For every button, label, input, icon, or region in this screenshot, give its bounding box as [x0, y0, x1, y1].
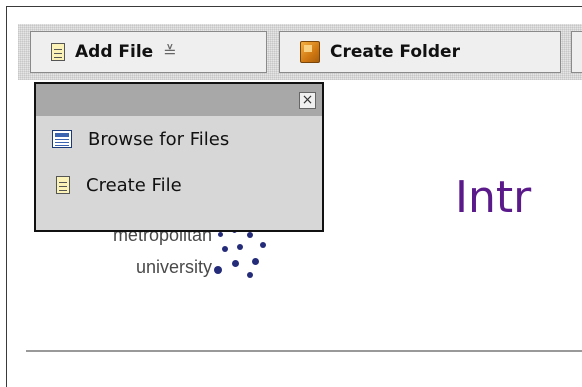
logo-dot	[218, 232, 223, 237]
logo-dot	[247, 232, 253, 238]
logo-dot	[232, 260, 239, 267]
logo-dot	[214, 266, 222, 274]
add-file-button[interactable]: Add File ≚	[30, 31, 267, 73]
next-toolbar-button[interactable]	[571, 31, 582, 73]
browse-for-files-label: Browse for Files	[88, 128, 230, 150]
create-folder-label: Create Folder	[330, 42, 460, 62]
dropdown-arrow-icon[interactable]: ≚	[163, 44, 176, 60]
file-icon	[56, 176, 70, 194]
browse-for-files-item[interactable]: Browse for Files	[36, 116, 322, 162]
folder-icon	[300, 41, 320, 63]
page-title: Intr	[455, 172, 532, 223]
browse-icon	[52, 130, 72, 148]
logo-dot	[222, 246, 228, 252]
logo-line-2: university	[135, 257, 212, 277]
create-file-label: Create File	[86, 174, 182, 196]
close-icon[interactable]: ×	[299, 92, 316, 109]
divider	[26, 350, 582, 352]
logo-dot	[247, 272, 253, 278]
logo-dot	[237, 244, 243, 250]
add-file-dropdown: × Browse for Files Create File	[34, 82, 324, 232]
dropdown-header: ×	[36, 84, 322, 116]
add-file-label: Add File	[75, 42, 154, 62]
university-logo: metropolitan university	[42, 226, 282, 286]
logo-dot	[260, 242, 266, 248]
logo-dot	[252, 258, 259, 265]
create-folder-button[interactable]: Create Folder	[279, 31, 561, 73]
file-icon	[51, 43, 65, 61]
create-file-item[interactable]: Create File	[36, 162, 322, 208]
